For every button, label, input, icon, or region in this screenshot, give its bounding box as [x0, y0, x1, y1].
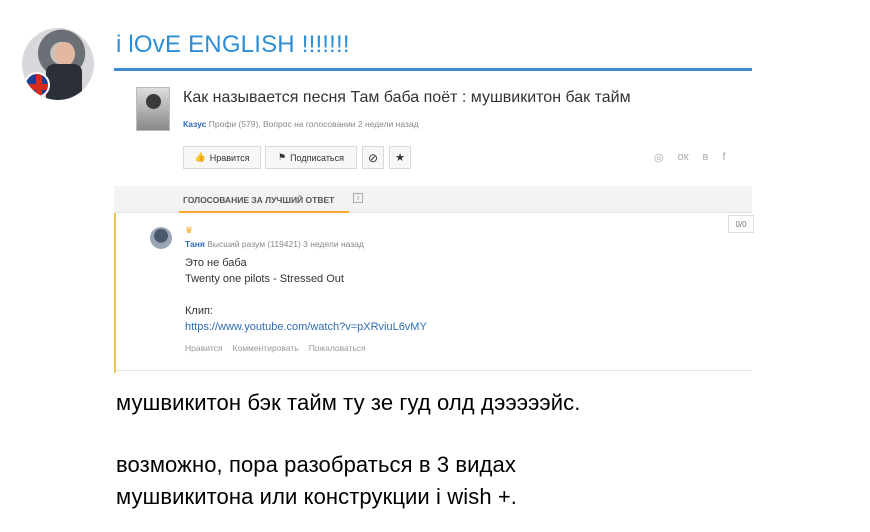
like-button: 👍 Нравится — [183, 146, 261, 169]
social-share-icons: ◎ ок в f — [654, 151, 725, 164]
subscribe-button: ⚑ Подписаться — [265, 146, 357, 169]
uk-flag-icon — [24, 72, 50, 98]
answer-meta-text: Высший разум (119421) 3 недели назад — [207, 239, 364, 249]
channel-name[interactable]: i lOvE ENGLISH !!!!!!! — [116, 31, 350, 59]
block-icon: ⊘ — [362, 146, 384, 169]
ok-icon: ок — [677, 151, 689, 163]
like-label: Нравится — [209, 152, 250, 163]
flag-icon: ⚑ — [278, 152, 287, 162]
answer-line: Twenty one pilots - Stressed Out — [185, 273, 344, 285]
avatar-head — [55, 42, 75, 66]
vote-label: ГОЛОСОВАНИЕ ЗА ЛУЧШИЙ ОТВЕТ — [183, 195, 335, 205]
screenshot-card[interactable]: Как называется песня Там баба поёт : муш… — [114, 68, 754, 373]
question-author: Казус — [183, 119, 207, 129]
mail-icon: ◎ — [654, 152, 664, 164]
answer-comment-action: Комментировать — [232, 343, 299, 353]
question-title: Как называется песня Там баба поёт : муш… — [183, 89, 631, 106]
answer-line: Клип: — [185, 305, 213, 317]
vk-icon: в — [702, 151, 709, 163]
answer-meta: Таня Высший разум (119421) 3 недели наза… — [185, 239, 364, 249]
star-icon: ★ — [389, 146, 411, 169]
subscribe-label: Подписаться — [290, 152, 344, 163]
question-image — [136, 87, 170, 131]
question-meta: Казус Профи (579), Вопрос на голосовании… — [183, 119, 419, 129]
vote-bar: ГОЛОСОВАНИЕ ЗА ЛУЧШИЙ ОТВЕТ i — [114, 186, 752, 213]
info-icon: i — [353, 193, 363, 203]
answer-line: Это не баба — [185, 257, 247, 269]
facebook-icon: f — [722, 151, 726, 163]
answer-like-action: Нравится — [185, 343, 223, 353]
crown-icon: ♛ — [185, 225, 194, 235]
answer-author: Таня — [185, 239, 205, 249]
vote-counter: 0/0 — [728, 215, 754, 233]
answer-avatar — [150, 227, 172, 249]
answer-link: https://www.youtube.com/watch?v=pXRviuL6… — [185, 321, 427, 333]
answer-block: ♛ Таня Высший разум (119421) 3 недели на… — [114, 213, 754, 373]
answer-report-action: Пожаловаться — [308, 343, 366, 353]
answer-actions: Нравится Комментировать Пожаловаться — [185, 343, 366, 353]
question-meta-text: Профи (579), Вопрос на голосовании 2 нед… — [208, 119, 419, 129]
message-line-3: мушвикитона или конструкции i wish +. — [116, 484, 518, 509]
thumbs-up-icon: 👍 — [194, 152, 206, 162]
channel-avatar-icon[interactable] — [22, 28, 94, 100]
message-line-2: возможно, пора разобраться в 3 видах — [116, 452, 516, 477]
avatar-suit — [46, 64, 82, 100]
message-line-1: мушвикитон бэк тайм ту зе гуд олд дэээээ… — [116, 390, 581, 415]
